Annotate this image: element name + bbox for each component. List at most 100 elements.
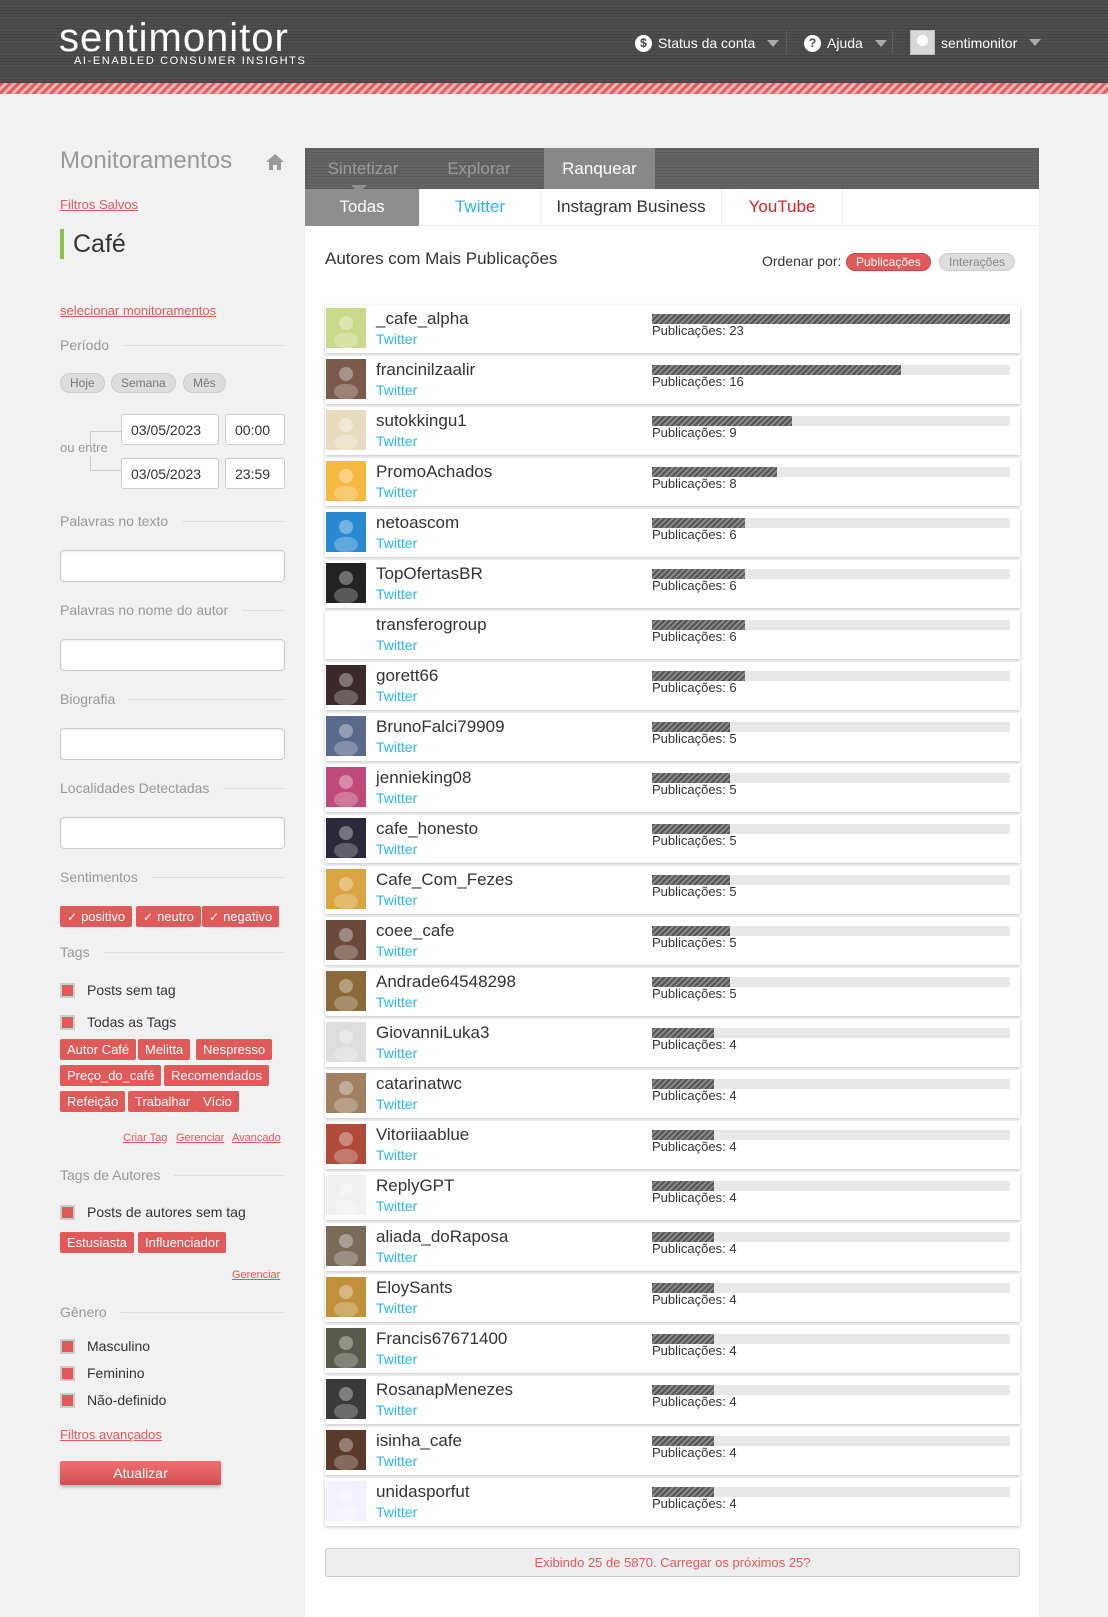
author-name[interactable]: netoascom [376, 513, 459, 533]
update-button[interactable]: Atualizar [60, 1461, 221, 1485]
checkbox[interactable] [60, 1204, 75, 1220]
author-source[interactable]: Twitter [376, 433, 417, 449]
author-row[interactable]: jennieking08 Twitter Publicações: 5 [325, 764, 1020, 812]
author-source[interactable]: Twitter [376, 1402, 417, 1418]
user-menu[interactable]: sentimonitor [910, 30, 1042, 55]
order-interactions-button[interactable]: Interações [939, 253, 1016, 271]
author-row[interactable]: cafe_honesto Twitter Publicações: 5 [325, 815, 1020, 863]
order-publications-button[interactable]: Publicações [846, 253, 931, 271]
author-source[interactable]: Twitter [376, 1351, 417, 1367]
biography-input[interactable] [60, 728, 285, 760]
author-row[interactable]: aliada_doRaposa Twitter Publicações: 4 [325, 1223, 1020, 1271]
period-month-button[interactable]: Mês [183, 373, 226, 393]
subtab-todas[interactable]: Todas [305, 189, 420, 226]
author-row[interactable]: netoascom Twitter Publicações: 6 [325, 509, 1020, 557]
sentiment-negative-toggle[interactable]: negativo [202, 906, 280, 927]
author-row[interactable]: isinha_cafe Twitter Publicações: 4 [325, 1427, 1020, 1475]
author-name[interactable]: TopOfertasBR [376, 564, 483, 584]
sentiment-positive-toggle[interactable]: positivo [60, 906, 133, 927]
author-avatar[interactable] [326, 1073, 366, 1113]
author-name[interactable]: francinilzaalir [376, 360, 475, 380]
author-name[interactable]: BrunoFalci79909 [376, 717, 505, 737]
author-name[interactable]: jennieking08 [376, 768, 471, 788]
account-status-menu[interactable]: $ Status da conta [635, 33, 780, 53]
create-tag-link[interactable]: Criar Tag [123, 1132, 167, 1144]
checkbox[interactable] [60, 1014, 75, 1030]
author-row[interactable]: gorett66 Twitter Publicações: 6 [325, 662, 1020, 710]
advanced-filters-link[interactable]: Filtros avançados [60, 1427, 162, 1442]
time-from-input[interactable]: 00:00 [225, 414, 285, 445]
author-name[interactable]: Andrade64548298 [376, 972, 516, 992]
author-row[interactable]: transferogroup Twitter Publicações: 6 [325, 611, 1020, 659]
author-avatar[interactable] [326, 512, 366, 552]
author-source[interactable]: Twitter [376, 1147, 417, 1163]
author-source[interactable]: Twitter [376, 688, 417, 704]
author-avatar[interactable] [326, 1379, 366, 1419]
author-row[interactable]: PromoAchados Twitter Publicações: 8 [325, 458, 1020, 506]
author-row[interactable]: ReplyGPT Twitter Publicações: 4 [325, 1172, 1020, 1220]
tag-nespresso[interactable]: Nespresso [196, 1039, 273, 1060]
author-row[interactable]: coee_cafe Twitter Publicações: 5 [325, 917, 1020, 965]
sentiment-neutral-toggle[interactable]: neutro [136, 906, 201, 927]
author-name[interactable]: RosanapMenezes [376, 1380, 513, 1400]
select-monitors-link[interactable]: selecionar monitoramentos [60, 303, 216, 318]
author-row[interactable]: Francis67671400 Twitter Publicações: 4 [325, 1325, 1020, 1373]
author-source[interactable]: Twitter [376, 586, 417, 602]
author-avatar[interactable] [326, 410, 366, 450]
words-text-input[interactable] [60, 550, 285, 582]
author-name[interactable]: sutokkingu1 [376, 411, 467, 431]
author-avatar[interactable] [326, 1022, 366, 1062]
author-source[interactable]: Twitter [376, 841, 417, 857]
manage-author-tags-link[interactable]: Gerenciar [232, 1269, 280, 1281]
author-avatar[interactable] [326, 308, 366, 348]
author-row[interactable]: Cafe_Com_Fezes Twitter Publicações: 5 [325, 866, 1020, 914]
subtab-youtube[interactable]: YouTube [722, 189, 843, 226]
author-name[interactable]: aliada_doRaposa [376, 1227, 508, 1247]
tab-ranquear[interactable]: Ranquear [544, 148, 655, 189]
gender-male-checkbox[interactable]: Masculino [60, 1338, 150, 1354]
author-row[interactable]: catarinatwc Twitter Publicações: 4 [325, 1070, 1020, 1118]
author-avatar[interactable] [326, 1124, 366, 1164]
author-avatar[interactable] [326, 920, 366, 960]
author-source[interactable]: Twitter [376, 1300, 417, 1316]
author-source[interactable]: Twitter [376, 331, 417, 347]
author-avatar[interactable] [326, 818, 366, 858]
author-source[interactable]: Twitter [376, 484, 417, 500]
subtab-twitter[interactable]: Twitter [420, 189, 541, 226]
author-name[interactable]: transferogroup [376, 615, 487, 635]
author-source[interactable]: Twitter [376, 790, 417, 806]
locations-input[interactable] [60, 817, 285, 849]
author-name[interactable]: catarinatwc [376, 1074, 462, 1094]
author-source[interactable]: Twitter [376, 1504, 417, 1520]
author-avatar[interactable] [326, 869, 366, 909]
author-row[interactable]: Vitoriiaablue Twitter Publicações: 4 [325, 1121, 1020, 1169]
author-source[interactable]: Twitter [376, 892, 417, 908]
author-avatar[interactable] [326, 563, 366, 603]
author-avatar[interactable] [326, 1328, 366, 1368]
author-avatar[interactable] [326, 1277, 366, 1317]
author-source[interactable]: Twitter [376, 535, 417, 551]
author-avatar[interactable] [326, 1226, 366, 1266]
author-row[interactable]: Andrade64548298 Twitter Publicações: 5 [325, 968, 1020, 1016]
posts-authors-no-tag-checkbox[interactable]: Posts de autores sem tag [60, 1204, 246, 1220]
author-avatar[interactable] [326, 767, 366, 807]
author-avatar[interactable] [326, 461, 366, 501]
author-avatar[interactable] [326, 971, 366, 1011]
author-name[interactable]: _cafe_alpha [376, 309, 469, 329]
manage-tags-link[interactable]: Gerenciar [176, 1132, 224, 1144]
date-to-input[interactable]: 03/05/2023 [121, 458, 219, 489]
author-row[interactable]: GiovanniLuka3 Twitter Publicações: 4 [325, 1019, 1020, 1067]
checkbox[interactable] [60, 1338, 75, 1354]
period-week-button[interactable]: Semana [111, 373, 176, 393]
home-icon[interactable] [265, 153, 285, 171]
author-source[interactable]: Twitter [376, 382, 417, 398]
author-name[interactable]: Cafe_Com_Fezes [376, 870, 513, 890]
author-name[interactable]: ReplyGPT [376, 1176, 454, 1196]
author-row[interactable]: sutokkingu1 Twitter Publicações: 9 [325, 407, 1020, 455]
advanced-tags-link[interactable]: Avançado [232, 1132, 281, 1144]
author-row[interactable]: TopOfertasBR Twitter Publicações: 6 [325, 560, 1020, 608]
author-avatar[interactable] [326, 1430, 366, 1470]
author-source[interactable]: Twitter [376, 943, 417, 959]
author-name[interactable]: Francis67671400 [376, 1329, 507, 1349]
tag-recomendados[interactable]: Recomendados [164, 1065, 270, 1086]
